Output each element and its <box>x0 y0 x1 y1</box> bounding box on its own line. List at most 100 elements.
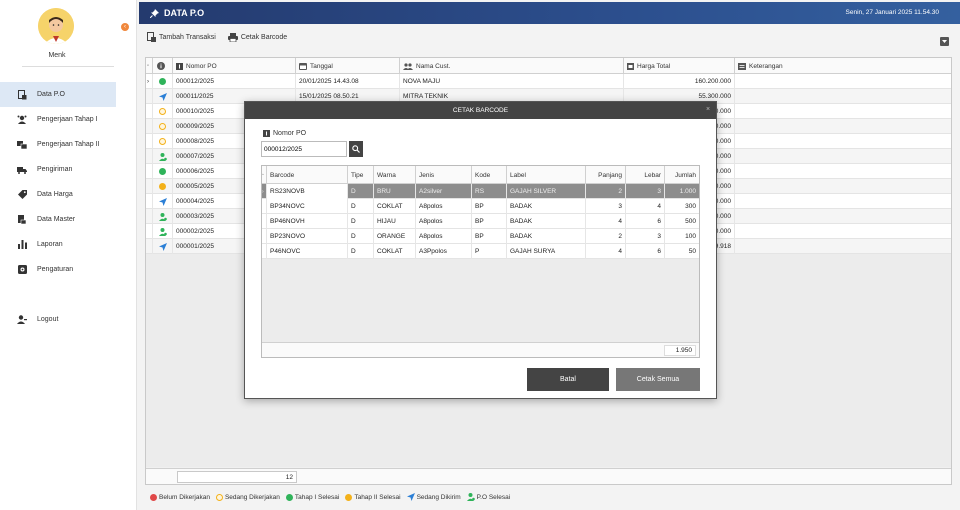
status-in-progress-icon <box>159 108 166 115</box>
pin-icon <box>150 8 159 18</box>
options-dropdown-button[interactable] <box>940 37 949 46</box>
dialog-title-bar: CETAK BARCODE × <box>245 102 716 119</box>
add-transaction-label: Tambah Transaksi <box>159 33 216 41</box>
cell-barcode: BP34NOVC <box>267 199 348 214</box>
column-header-kode[interactable]: Kode <box>472 166 507 184</box>
column-header-nama-cust[interactable]: Nama Cust. <box>400 58 624 74</box>
settings-icon <box>17 265 27 275</box>
status-cell <box>153 104 173 119</box>
legend-dot-icon <box>285 493 293 501</box>
column-header-panjang[interactable]: Panjang <box>586 166 626 184</box>
barcode-row[interactable]: P46NOVC D COKLAT A3Ppolos P GAJAH SURYA 4 6 50 <box>262 244 699 259</box>
person-check-icon <box>158 227 167 236</box>
sidebar-item-logout[interactable]: Logout <box>0 307 116 332</box>
column-header-label: Harga Total <box>637 62 671 70</box>
barcode-row[interactable]: BP23NOVO D ORANGE A8polos BP BADAK 2 3 100 <box>262 229 699 244</box>
cell-keterangan <box>735 104 951 119</box>
search-button[interactable] <box>349 141 363 157</box>
sidebar-item-pengiriman[interactable]: Pengiriman <box>0 157 116 182</box>
print-barcode-button[interactable]: Cetak Barcode <box>227 32 287 42</box>
cell-label: BADAK <box>507 229 586 244</box>
total-jumlah: 1.950 <box>664 345 696 356</box>
legend-label: Tahap I Selesai <box>294 493 340 501</box>
sidebar-item-pengaturan[interactable]: Pengaturan <box>0 257 116 282</box>
grid-header-status[interactable] <box>153 58 173 74</box>
row-indicator <box>146 104 153 119</box>
status-yellow-dot-icon <box>159 183 166 190</box>
collapse-sidebar-button[interactable]: ‹ <box>121 23 129 31</box>
cell-jumlah: 50 <box>688 248 696 255</box>
users-icon <box>403 62 413 70</box>
sidebar-item-data-po[interactable]: Data P.O <box>0 82 116 107</box>
cell-jenis: A3Ppolos <box>416 244 472 259</box>
cancel-button[interactable]: Batal <box>527 368 609 391</box>
column-header-tipe[interactable]: Tipe <box>348 166 374 184</box>
cell-label: BADAK <box>507 199 586 214</box>
document-icon <box>17 89 27 100</box>
close-icon[interactable]: × <box>704 106 712 114</box>
column-header-lebar[interactable]: Lebar <box>626 166 665 184</box>
sidebar-item-pengerjaan-2[interactable]: Pengerjaan Tahap II <box>0 132 116 157</box>
column-header-jumlah[interactable]: Jumlah <box>665 166 699 184</box>
row-indicator <box>146 209 153 224</box>
print-all-button[interactable]: Cetak Semua <box>616 368 700 391</box>
po-number-input[interactable] <box>261 141 347 157</box>
cell-label: GAJAH SURYA <box>507 244 586 259</box>
column-header-jenis[interactable]: Jenis <box>416 166 472 184</box>
person-check-icon <box>466 493 475 501</box>
status-in-progress-icon <box>215 493 223 501</box>
datetime-display: Senin, 27 Januari 2025 11.54.30 <box>845 9 939 16</box>
sidebar-item-data-master[interactable]: Data Master <box>0 207 116 232</box>
cell-harga-total: 160.200.000 <box>624 74 735 89</box>
cell-panjang: 4 <box>586 244 626 259</box>
cell-keterangan <box>735 74 951 89</box>
barcode-grid-footer: 1.950 <box>262 342 699 357</box>
add-transaction-button[interactable]: Tambah Transaksi <box>147 32 216 42</box>
column-header-label[interactable]: Label <box>507 166 586 184</box>
table-row[interactable]: › 000012/2025 20/01/2025 14.43.08 NOVA MAJU… <box>146 74 951 89</box>
legend-item: Sedang Dikirim <box>406 493 461 501</box>
cell-jenis: A8polos <box>416 214 472 229</box>
barcode-row[interactable]: BP46NOVH D HIJAU A8polos BP BADAK 4 6 500 <box>262 214 699 229</box>
barcode-row[interactable]: BP34NOVC D COKLAT A8polos BP BADAK 3 4 300 <box>262 199 699 214</box>
id-icon <box>263 130 270 137</box>
status-legend: Belum Dikerjakan Sedang Dikerjakan Tahap I… <box>150 493 516 501</box>
column-header-tanggal[interactable]: Tanggal <box>296 58 400 74</box>
id-icon <box>176 62 183 70</box>
sidebar-item-label: Pengerjaan Tahap I <box>37 116 98 123</box>
status-cell <box>153 134 173 149</box>
printer-icon <box>227 32 238 42</box>
row-indicator <box>146 134 153 149</box>
row-indicator <box>146 194 153 209</box>
calendar-icon <box>299 62 307 70</box>
status-in-progress-icon <box>159 138 166 145</box>
column-header-keterangan[interactable]: Keterangan <box>735 58 951 74</box>
sidebar-item-data-harga[interactable]: Data Harga <box>0 182 116 207</box>
cell-tipe: D <box>348 214 374 229</box>
cell-lebar: 6 <box>626 244 665 259</box>
print-barcode-dialog: CETAK BARCODE × Nomor PO ◦ Barcode Tipe … <box>244 101 717 399</box>
legend-item: P.O Selesai <box>466 493 510 501</box>
username: Menk <box>48 52 66 59</box>
sidebar-item-label: Data Master <box>37 216 76 223</box>
grid-header: ◦ Nomor PO Tanggal Nama Cust. Harga Tota… <box>146 58 951 74</box>
row-indicator <box>146 179 153 194</box>
barcode-row[interactable]: › RS23NOVB D BRU A2silver RS GAJAH SILVER 2 3 1.0… <box>262 184 699 199</box>
column-header-label: Tanggal <box>310 62 333 70</box>
column-header-nomor-po[interactable]: Nomor PO <box>173 58 296 74</box>
status-cell <box>153 164 173 179</box>
column-header-warna[interactable]: Warna <box>374 166 416 184</box>
sidebar-item-pengerjaan-1[interactable]: Pengerjaan Tahap I <box>0 107 116 132</box>
gear-person-icon <box>17 115 27 125</box>
cell-lebar: 3 <box>626 184 665 199</box>
cell-keterangan <box>735 119 951 134</box>
cell-keterangan <box>735 179 951 194</box>
cell-tipe: D <box>348 184 374 199</box>
toolbar: Tambah Transaksi Cetak Barcode <box>147 31 299 43</box>
sidebar-item-laporan[interactable]: Laporan <box>0 232 116 257</box>
column-header-barcode[interactable]: Barcode <box>267 166 348 184</box>
column-header-harga-total[interactable]: Harga Total <box>624 58 735 74</box>
cell-keterangan <box>735 209 951 224</box>
master-icon <box>17 215 27 225</box>
cell-kode: BP <box>472 214 507 229</box>
